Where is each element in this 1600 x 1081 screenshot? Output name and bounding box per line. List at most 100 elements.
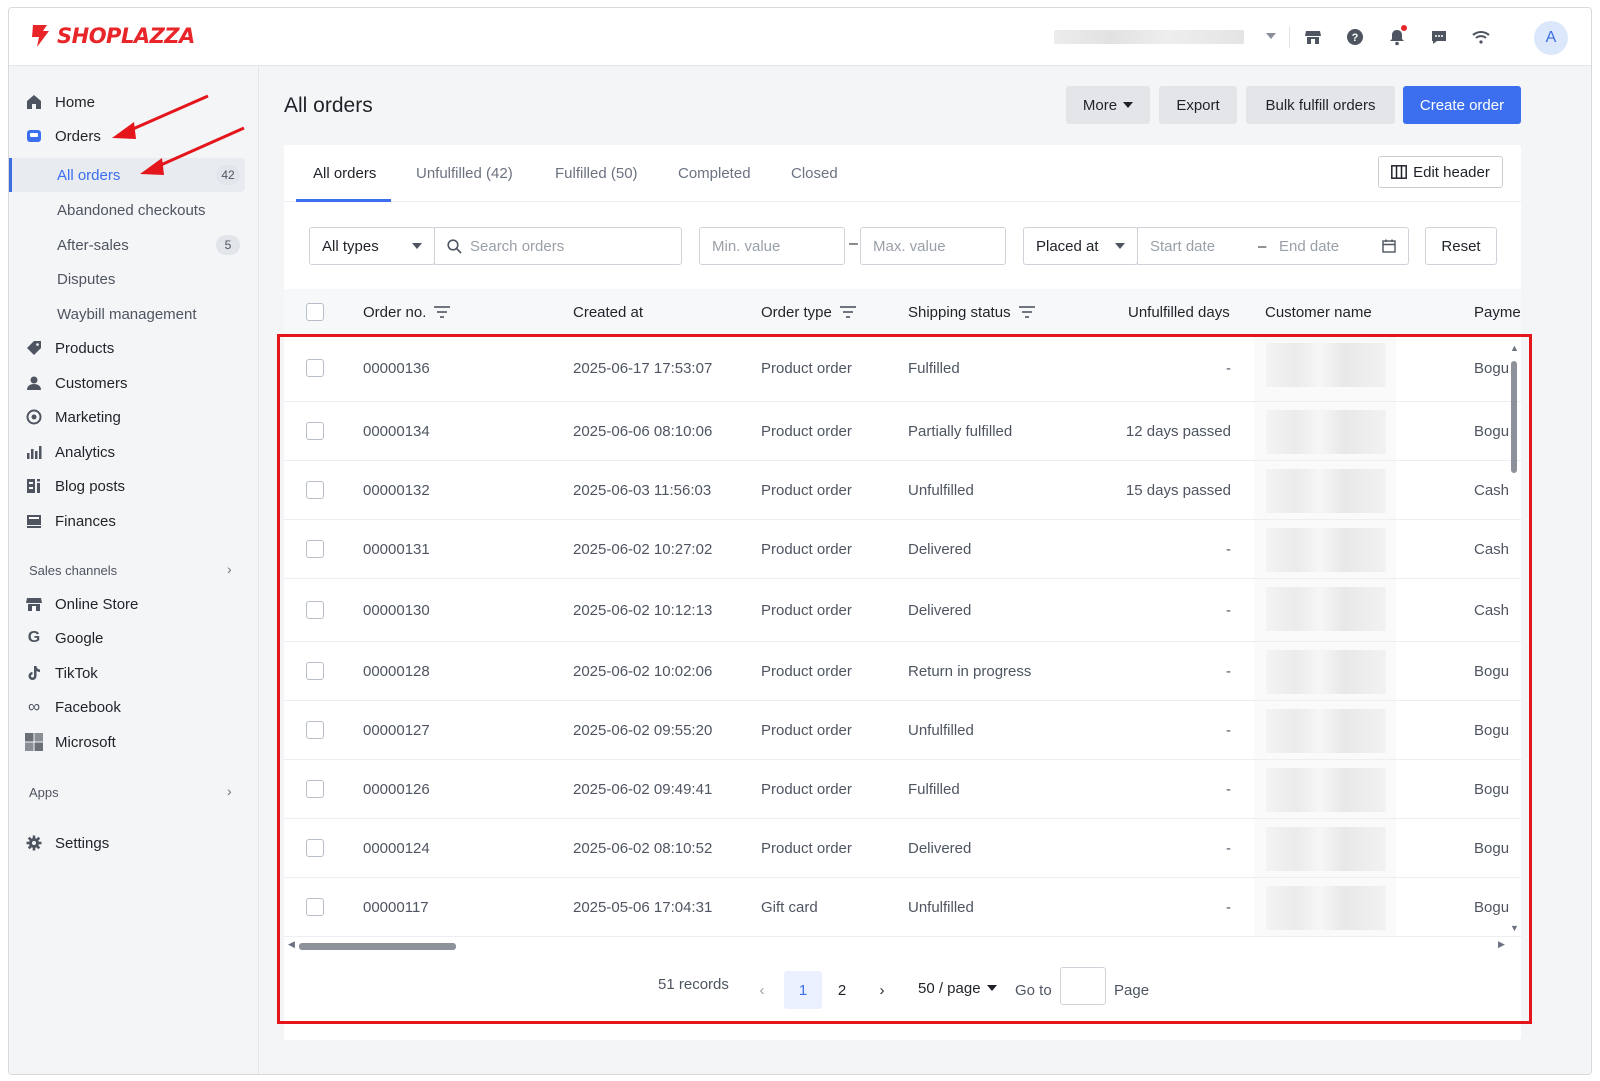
sidebar-item-waybill-management[interactable]: Waybill management (57, 300, 197, 328)
more-button-label: More (1082, 96, 1118, 114)
scroll-up-arrow-icon[interactable]: ▲ (1510, 343, 1519, 353)
previous-page-icon[interactable]: ‹ (743, 971, 781, 1009)
sidebar-item-analytics[interactable]: Analytics (25, 438, 115, 466)
row-checkbox[interactable] (306, 878, 324, 936)
select-all-checkbox[interactable] (306, 289, 324, 335)
table-row[interactable]: 00000126 2025-06-02 09:49:41 Product ord… (284, 760, 1521, 819)
date-range-picker[interactable]: Start date – End date (1137, 227, 1409, 265)
min-value-input[interactable]: Min. value (699, 227, 845, 265)
help-icon[interactable]: ? (1344, 26, 1366, 48)
wifi-icon[interactable] (1470, 26, 1492, 48)
sidebar-item-microsoft[interactable]: Microsoft (25, 728, 116, 756)
filter-icon[interactable] (434, 306, 451, 318)
sidebar-item-disputes[interactable]: Disputes (57, 265, 115, 293)
reset-button[interactable]: Reset (1425, 227, 1497, 265)
filter-icon[interactable] (839, 306, 856, 318)
row-checkbox[interactable] (306, 402, 324, 460)
order-number-link[interactable]: 00000132 (363, 461, 430, 519)
order-number-link[interactable]: 00000117 (363, 878, 429, 936)
table-row[interactable]: 00000117 2025-05-06 17:04:31 Gift card U… (284, 878, 1521, 937)
shoplazza-logo[interactable]: SHOPLAZZA (29, 23, 195, 49)
max-value-input[interactable]: Max. value (860, 227, 1006, 265)
order-number-link[interactable]: 00000130 (363, 579, 430, 641)
sidebar-item-customers[interactable]: Customers (25, 369, 128, 397)
table-row[interactable]: 00000132 2025-06-03 11:56:03 Product ord… (284, 461, 1521, 520)
vertical-scrollbar[interactable] (1511, 361, 1517, 473)
row-checkbox[interactable] (306, 642, 324, 700)
tab-all-orders[interactable]: All orders (313, 145, 376, 202)
sidebar-item-orders[interactable]: Orders (25, 122, 101, 150)
sidebar-item-tiktok[interactable]: TikTok (25, 659, 98, 687)
sidebar-item-blog-posts[interactable]: Blog posts (25, 472, 125, 500)
scroll-right-arrow-icon[interactable]: ▶ (1498, 939, 1505, 950)
sidebar-item-settings[interactable]: Settings (25, 829, 109, 857)
header-shipping-status[interactable]: Shipping status (908, 289, 1035, 335)
table-row[interactable]: 00000127 2025-06-02 09:55:20 Product ord… (284, 701, 1521, 760)
page-size-select[interactable]: 50 / page (918, 969, 997, 1007)
header-order-type[interactable]: Order type (761, 289, 856, 335)
export-button[interactable]: Export (1159, 86, 1237, 124)
table-row[interactable]: 00000130 2025-06-02 10:12:13 Product ord… (284, 579, 1521, 642)
page-2-button[interactable]: 2 (823, 971, 861, 1009)
date-field-select[interactable]: Placed at (1023, 227, 1138, 265)
next-page-icon[interactable]: › (863, 971, 901, 1009)
store-switcher[interactable] (1054, 30, 1244, 44)
goto-page-input[interactable] (1060, 967, 1106, 1005)
sidebar-item-products[interactable]: Products (25, 334, 114, 362)
order-number-link[interactable]: 00000134 (363, 402, 430, 460)
tab-completed[interactable]: Completed (678, 145, 751, 202)
header-order-no[interactable]: Order no. (363, 289, 451, 335)
store-icon[interactable] (1302, 26, 1324, 48)
row-checkbox[interactable] (306, 819, 324, 877)
sidebar-item-marketing[interactable]: Marketing (25, 403, 121, 431)
row-checkbox[interactable] (306, 701, 324, 759)
order-type-select[interactable]: All types (309, 227, 435, 265)
sidebar-item-all-orders[interactable]: All orders (57, 161, 120, 189)
chevron-right-icon[interactable]: › (227, 783, 232, 799)
scroll-down-arrow-icon[interactable]: ▼ (1510, 923, 1519, 933)
table-row[interactable]: 00000124 2025-06-02 08:10:52 Product ord… (284, 819, 1521, 878)
row-checkbox[interactable] (306, 335, 324, 401)
tab-fulfilled[interactable]: Fulfilled (50) (555, 145, 638, 202)
notification-dot (1401, 25, 1407, 31)
chat-icon[interactable] (1428, 26, 1450, 48)
scroll-left-arrow-icon[interactable]: ◀ (288, 939, 295, 950)
create-order-button[interactable]: Create order (1403, 86, 1521, 124)
tab-closed[interactable]: Closed (791, 145, 838, 202)
avatar[interactable]: A (1534, 21, 1568, 55)
edit-header-button[interactable]: Edit header (1378, 156, 1503, 188)
chevron-down-icon[interactable] (1266, 33, 1276, 39)
table-row[interactable]: 00000128 2025-06-02 10:02:06 Product ord… (284, 642, 1521, 701)
apps-heading: Apps (29, 785, 59, 800)
order-number-link[interactable]: 00000127 (363, 701, 430, 759)
row-checkbox[interactable] (306, 461, 324, 519)
page-1-button[interactable]: 1 (784, 971, 822, 1009)
row-checkbox[interactable] (306, 520, 324, 578)
horizontal-scrollbar[interactable] (299, 943, 456, 950)
table-row[interactable]: 00000131 2025-06-02 10:27:02 Product ord… (284, 520, 1521, 579)
search-input[interactable]: Search orders (434, 227, 682, 265)
table-row[interactable]: 00000136 2025-06-17 17:53:07 Product ord… (284, 335, 1521, 402)
sidebar-item-abandoned-checkouts[interactable]: Abandoned checkouts (57, 196, 205, 224)
row-checkbox[interactable] (306, 579, 324, 641)
order-number-link[interactable]: 00000128 (363, 642, 430, 700)
table-row[interactable]: 00000134 2025-06-06 08:10:06 Product ord… (284, 402, 1521, 461)
order-type-cell: Product order (761, 540, 852, 558)
order-number-link[interactable]: 00000124 (363, 819, 430, 877)
sidebar-item-online-store[interactable]: Online Store (25, 590, 138, 618)
order-number-link[interactable]: 00000126 (363, 760, 430, 818)
order-number-link[interactable]: 00000136 (363, 335, 430, 401)
sidebar-item-facebook[interactable]: ∞ Facebook (25, 693, 121, 721)
sidebar-item-after-sales[interactable]: After-sales (57, 231, 129, 259)
bulk-fulfill-orders-button[interactable]: Bulk fulfill orders (1246, 86, 1395, 124)
bell-icon[interactable] (1386, 25, 1408, 48)
more-button[interactable]: More (1066, 86, 1150, 124)
chevron-right-icon[interactable]: › (227, 561, 232, 577)
filter-icon[interactable] (1018, 306, 1035, 318)
row-checkbox[interactable] (306, 760, 324, 818)
sidebar-item-finances[interactable]: Finances (25, 507, 116, 535)
tab-unfulfilled[interactable]: Unfulfilled (42) (416, 145, 513, 202)
sidebar-item-google[interactable]: G Google (25, 624, 104, 652)
order-number-link[interactable]: 00000131 (363, 520, 430, 578)
sidebar-item-home[interactable]: Home (25, 88, 95, 116)
